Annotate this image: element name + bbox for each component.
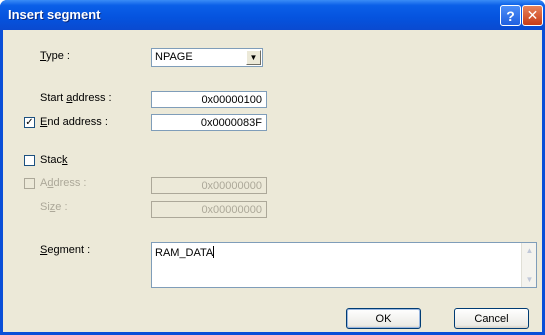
- checkmark-icon: ✓: [25, 117, 34, 128]
- address-checkbox: [24, 178, 35, 189]
- start-address-input[interactable]: 0x00000100: [151, 91, 267, 108]
- title-bar[interactable]: Insert segment ? ✕: [0, 0, 545, 30]
- close-button[interactable]: ✕: [522, 5, 543, 26]
- segment-value: RAM_DATA: [155, 246, 215, 259]
- chevron-down-icon[interactable]: ▼: [246, 50, 261, 65]
- cancel-button[interactable]: Cancel: [454, 308, 529, 329]
- end-address-label: End address :: [40, 116, 108, 128]
- end-address-checkbox[interactable]: ✓: [24, 117, 35, 128]
- type-label: Type :: [40, 50, 70, 62]
- ok-button[interactable]: OK: [346, 308, 421, 329]
- type-value: NPAGE: [155, 51, 193, 63]
- start-address-label: Start address :: [40, 92, 112, 104]
- size-label: Size :: [40, 201, 68, 213]
- scroll-up-icon[interactable]: ▲: [522, 243, 537, 258]
- type-combobox[interactable]: NPAGE ▼: [151, 48, 263, 67]
- segment-textarea[interactable]: RAM_DATA ▲ ▼: [151, 242, 537, 288]
- scroll-down-icon[interactable]: ▼: [522, 272, 537, 287]
- dialog-window: Insert segment ? ✕ Type : NPAGE ▼ Start …: [0, 0, 545, 335]
- help-icon: ?: [506, 7, 515, 24]
- stack-checkbox[interactable]: [24, 155, 35, 166]
- segment-label: Segment :: [40, 244, 91, 256]
- segment-scrollbar[interactable]: ▲ ▼: [521, 243, 536, 287]
- dialog-body: Type : NPAGE ▼ Start address : 0x0000010…: [3, 30, 542, 332]
- stack-label: Stack: [40, 154, 68, 166]
- end-address-input[interactable]: 0x0000083F: [151, 114, 267, 131]
- dialog-title: Insert segment: [8, 7, 101, 22]
- size-input: 0x00000000: [151, 201, 267, 218]
- close-icon: ✕: [526, 7, 539, 23]
- address-input: 0x00000000: [151, 177, 267, 194]
- address-label: Address :: [40, 177, 87, 189]
- help-button[interactable]: ?: [500, 5, 521, 26]
- text-caret: [213, 246, 215, 258]
